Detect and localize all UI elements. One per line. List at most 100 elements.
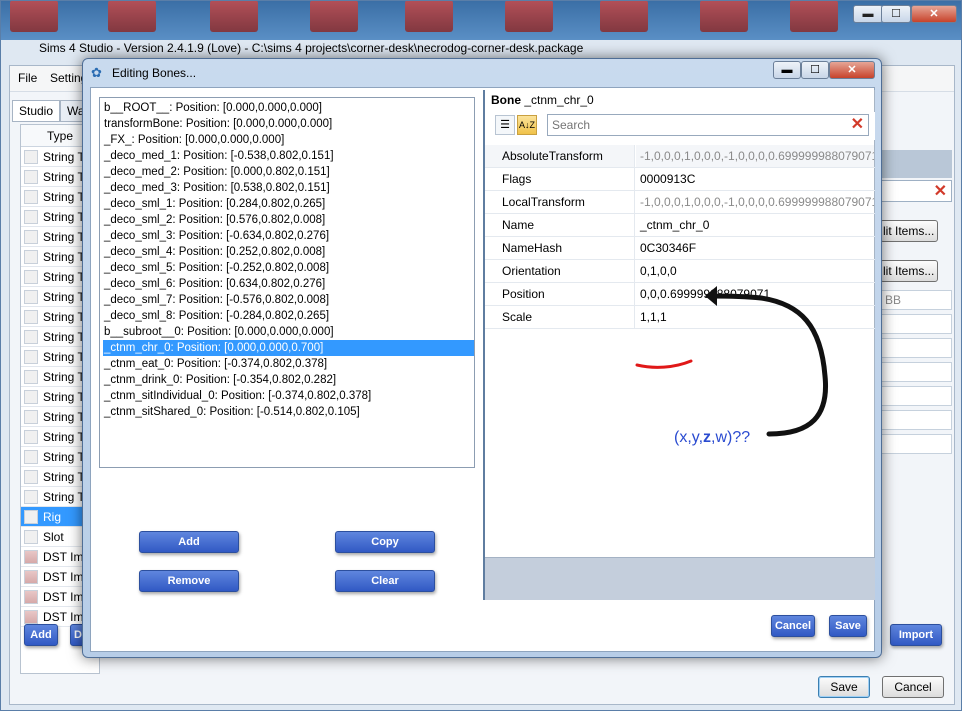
bone-list-item[interactable]: _ctnm_drink_0: Position: [-0.354,0.802,0… [103, 372, 474, 388]
value-field[interactable] [880, 362, 952, 382]
property-row[interactable]: NameHash 0C30346F [485, 237, 875, 260]
cancel-button[interactable]: Cancel [882, 676, 944, 698]
value-field[interactable] [880, 410, 952, 430]
resource-type-label: String T [43, 230, 85, 244]
thumbnail-icon [24, 570, 38, 584]
resource-type-label: String T [43, 450, 85, 464]
right-panel-search[interactable]: ✕ [880, 180, 952, 202]
row-checkbox [24, 470, 38, 484]
dialog-cancel-button[interactable]: Cancel [771, 615, 815, 637]
bone-list-item[interactable]: transformBone: Position: [0.000,0.000,0.… [103, 116, 474, 132]
bone-list-item[interactable]: _ctnm_sitIndividual_0: Position: [-0.374… [103, 388, 474, 404]
row-checkbox [24, 330, 38, 344]
bone-list-item[interactable]: _FX_: Position: [0.000,0.000,0.000] [103, 132, 474, 148]
property-value[interactable]: 0000913C [636, 168, 874, 190]
bone-list-item[interactable]: _deco_med_2: Position: [0.000,0.802,0.15… [103, 164, 474, 180]
property-value[interactable]: 0C30346F [636, 237, 874, 259]
row-checkbox [24, 490, 38, 504]
editing-bones-dialog: ✿ Editing Bones... ▬ ☐ ✕ b__ROOT__: Posi… [82, 58, 882, 658]
resource-type-label: Slot [43, 530, 64, 544]
clear-search-icon[interactable]: ✕ [934, 181, 947, 201]
value-field[interactable] [880, 338, 952, 358]
clear-search-icon[interactable]: ✕ [851, 116, 864, 134]
property-grid-header: Bone _ctnm_chr_0 [485, 90, 875, 112]
row-checkbox [24, 390, 38, 404]
minimize-button[interactable]: ▬ [853, 5, 883, 23]
bone-list-item[interactable]: _deco_sml_6: Position: [0.634,0.802,0.27… [103, 276, 474, 292]
property-search-input[interactable] [550, 117, 840, 133]
bone-list-item[interactable]: _deco_sml_4: Position: [0.252,0.802,0.00… [103, 244, 474, 260]
window-title: Sims 4 Studio - Version 2.4.1.9 (Love) -… [39, 41, 584, 55]
property-value[interactable]: 0,1,0,0 [636, 260, 874, 282]
property-row[interactable]: LocalTransform -1,0,0,0,1,0,0,0,-1,0,0,0,… [485, 191, 875, 214]
copy-bone-button[interactable]: Copy [335, 531, 435, 553]
resource-type-label: String T [43, 150, 85, 164]
property-name: NameHash [485, 237, 635, 259]
resource-type-label: String T [43, 390, 85, 404]
row-checkbox [24, 150, 38, 164]
row-checkbox [24, 310, 38, 324]
property-grid-toolbar: ☰ A↓Z ✕ [485, 112, 875, 140]
value-field[interactable] [880, 314, 952, 334]
property-row[interactable]: Flags 0000913C [485, 168, 875, 191]
row-checkbox [24, 270, 38, 284]
edit-items-button[interactable]: lit Items... [880, 220, 938, 242]
resource-type-label: String T [43, 270, 85, 284]
property-value[interactable]: -1,0,0,0,1,0,0,0,-1,0,0,0,0.699999988079… [636, 191, 874, 213]
row-checkbox [24, 190, 38, 204]
bone-list-item[interactable]: _ctnm_chr_0: Position: [0.000,0.000,0.70… [103, 340, 474, 356]
row-checkbox [24, 250, 38, 264]
clear-bones-button[interactable]: Clear [335, 570, 435, 592]
dialog-save-button[interactable]: Save [829, 615, 867, 637]
remove-bone-button[interactable]: Remove [139, 570, 239, 592]
thumbnail-icon [24, 590, 38, 604]
edit-items-button[interactable]: lit Items... [880, 260, 938, 282]
bone-list-item[interactable]: b__subroot__0: Position: [0.000,0.000,0.… [103, 324, 474, 340]
maximize-button[interactable]: ☐ [881, 5, 911, 23]
bone-list-item[interactable]: _deco_sml_5: Position: [-0.252,0.802,0.0… [103, 260, 474, 276]
add-resource-button[interactable]: Add [24, 624, 58, 646]
bone-list-item[interactable]: _deco_med_1: Position: [-0.538,0.802,0.1… [103, 148, 474, 164]
property-name: Flags [485, 168, 635, 190]
row-checkbox [24, 210, 38, 224]
arrow-annotation [705, 286, 829, 437]
property-search[interactable]: ✕ [547, 114, 869, 136]
add-bone-button[interactable]: Add [139, 531, 239, 553]
value-field[interactable]: BB [880, 290, 952, 310]
right-panel: ✕ lit Items... lit Items... BB [880, 150, 952, 470]
row-checkbox [24, 230, 38, 244]
dialog-close-button[interactable]: ✕ [829, 61, 875, 79]
save-button[interactable]: Save [818, 676, 870, 698]
property-name: AbsoluteTransform [485, 145, 635, 167]
menu-file[interactable]: File [18, 71, 37, 85]
bone-list-item[interactable]: b__ROOT__: Position: [0.000,0.000,0.000] [103, 100, 474, 116]
property-row[interactable]: Name _ctnm_chr_0 [485, 214, 875, 237]
property-name: LocalTransform [485, 191, 635, 213]
value-field[interactable] [880, 386, 952, 406]
bone-list-item[interactable]: _ctnm_eat_0: Position: [-0.374,0.802,0.3… [103, 356, 474, 372]
bone-list-item[interactable]: _deco_med_3: Position: [0.538,0.802,0.15… [103, 180, 474, 196]
bone-list-item[interactable]: _deco_sml_3: Position: [-0.634,0.802,0.2… [103, 228, 474, 244]
bone-list-item[interactable]: _ctnm_sitShared_0: Position: [-0.514,0.8… [103, 404, 474, 420]
tab-studio[interactable]: Studio [12, 100, 61, 122]
row-checkbox [24, 510, 38, 524]
property-name: Position [485, 283, 635, 305]
dialog-minimize-button[interactable]: ▬ [773, 61, 801, 79]
bone-list-item[interactable]: _deco_sml_8: Position: [-0.284,0.802,0.2… [103, 308, 474, 324]
property-value[interactable]: -1,0,0,0,1,0,0,0,-1,0,0,0,0.699999988079… [636, 145, 874, 167]
bone-list-item[interactable]: _deco_sml_1: Position: [0.284,0.802,0.26… [103, 196, 474, 212]
alphabetical-sort-icon[interactable]: A↓Z [517, 115, 537, 135]
property-value[interactable]: _ctnm_chr_0 [636, 214, 874, 236]
bone-list-item[interactable]: _deco_sml_7: Position: [-0.576,0.802,0.0… [103, 292, 474, 308]
close-button[interactable]: ✕ [911, 5, 957, 23]
property-row[interactable]: Orientation 0,1,0,0 [485, 260, 875, 283]
dialog-maximize-button[interactable]: ☐ [801, 61, 829, 79]
property-row[interactable]: AbsoluteTransform -1,0,0,0,1,0,0,0,-1,0,0… [485, 145, 875, 168]
categorized-icon[interactable]: ☰ [495, 115, 515, 135]
bone-list-item[interactable]: _deco_sml_2: Position: [0.576,0.802,0.00… [103, 212, 474, 228]
row-checkbox [24, 370, 38, 384]
dialog-title: Editing Bones... [112, 66, 197, 80]
value-field[interactable] [880, 434, 952, 454]
resource-type-label: String T [43, 170, 85, 184]
import-button[interactable]: Import [890, 624, 942, 646]
